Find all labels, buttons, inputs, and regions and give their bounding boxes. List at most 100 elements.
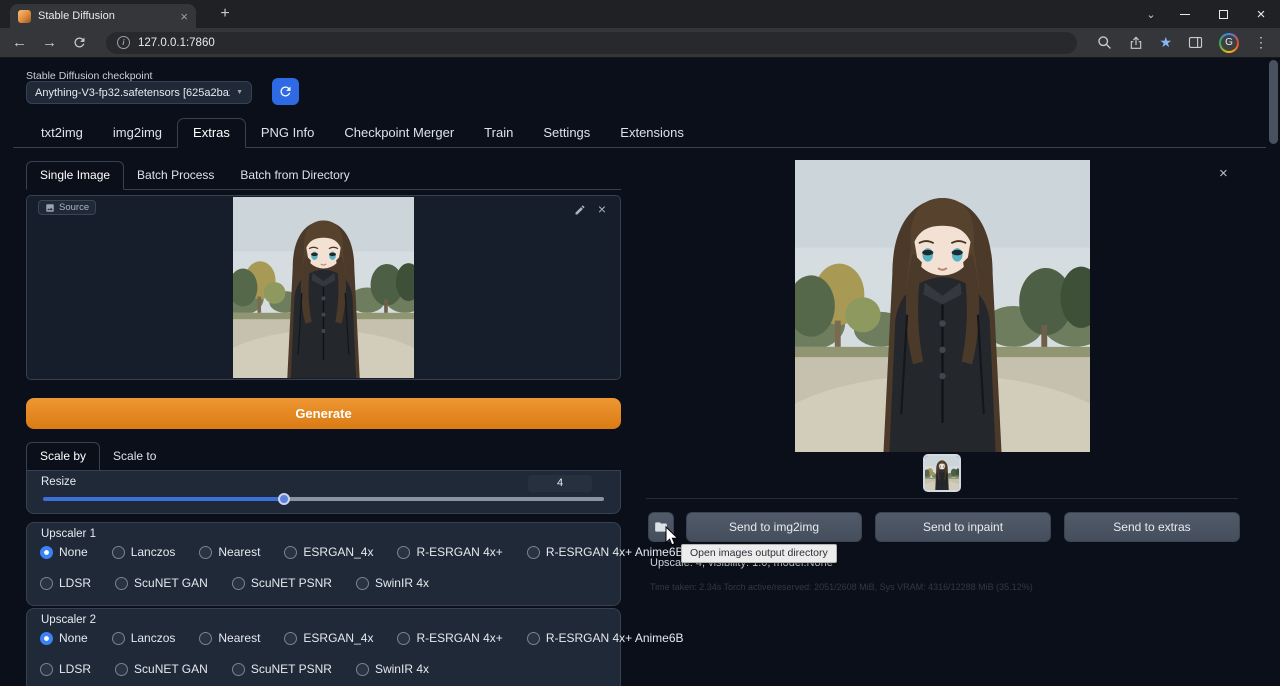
browser-tabstrip: Stable Diffusion × + ⌄ × (0, 0, 1280, 28)
generate-button[interactable]: Generate (26, 398, 621, 429)
radio-icon (112, 546, 125, 559)
clear-image-icon[interactable]: × (598, 201, 606, 217)
source-image-dropzone[interactable]: Source × (26, 195, 621, 380)
checkpoint-dropdown[interactable]: Anything-V3-fp32.safetensors [625a2ba2] … (26, 81, 252, 104)
tab-close-icon[interactable]: × (180, 10, 188, 23)
output-separator (646, 498, 1238, 499)
menu-kebab-icon[interactable]: ⋮ (1254, 34, 1268, 51)
resize-number-input[interactable]: 4 (528, 475, 592, 492)
radio-icon (356, 663, 369, 676)
tab-extensions[interactable]: Extensions (605, 119, 699, 147)
tab-checkpoint-merger[interactable]: Checkpoint Merger (329, 119, 469, 147)
upscaler2-option-scunet-psnr[interactable]: ScuNET PSNR (232, 662, 332, 676)
upscaler1-option-scunet-gan[interactable]: ScuNET GAN (115, 576, 208, 590)
tab-png-info[interactable]: PNG Info (246, 119, 329, 147)
upscaler2-option-r-esrgan-anime6b[interactable]: R-ESRGAN 4x+ Anime6B (527, 631, 684, 645)
send-to-inpaint-button[interactable]: Send to inpaint (875, 512, 1051, 542)
reload-button[interactable] (72, 35, 87, 50)
tab-single-image[interactable]: Single Image (26, 161, 124, 190)
forward-button[interactable]: → (42, 35, 57, 50)
window-maximize-button[interactable] (1204, 0, 1242, 28)
browser-toolbar: ← → i 127.0.0.1:7860 ★ G ⋮ (0, 28, 1280, 58)
upscaler2-option-none[interactable]: None (40, 631, 88, 645)
zoom-icon[interactable] (1096, 34, 1113, 51)
gallery-thumbnail[interactable] (923, 454, 961, 492)
radio-icon (115, 577, 128, 590)
radio-icon (397, 546, 410, 559)
tab-scale-by[interactable]: Scale by (26, 442, 100, 471)
upscaler1-option-nearest[interactable]: Nearest (199, 545, 260, 559)
upscaler2-option-r-esrgan-4x[interactable]: R-ESRGAN 4x+ (397, 631, 502, 645)
radio-icon (284, 546, 297, 559)
upscaler2-option-scunet-gan[interactable]: ScuNET GAN (115, 662, 208, 676)
radio-selected-icon (40, 632, 53, 645)
tab-batch-process[interactable]: Batch Process (124, 162, 227, 189)
radio-icon (115, 663, 128, 676)
extras-mode-tabnav: Single Image Batch Process Batch from Di… (26, 162, 621, 190)
resize-slider-handle[interactable] (278, 493, 290, 505)
scale-tabnav: Scale by Scale to (26, 443, 621, 471)
upscaler1-option-ldsr[interactable]: LDSR (40, 576, 91, 590)
bookmark-star-icon[interactable]: ★ (1159, 34, 1172, 51)
edit-image-icon[interactable] (574, 204, 586, 216)
tab-settings[interactable]: Settings (528, 119, 605, 147)
open-output-folder-button[interactable] (648, 512, 674, 542)
profile-avatar[interactable]: G (1219, 33, 1239, 53)
radio-icon (112, 632, 125, 645)
send-to-extras-button[interactable]: Send to extras (1064, 512, 1240, 542)
browser-tab[interactable]: Stable Diffusion × (10, 4, 196, 28)
tab-scale-to[interactable]: Scale to (100, 443, 169, 470)
back-button[interactable]: ← (12, 35, 27, 50)
upscaler1-option-esrgan4x[interactable]: ESRGAN_4x (284, 545, 373, 559)
upscaler2-option-lanczos[interactable]: Lanczos (112, 631, 176, 645)
tab-search-chevron-icon[interactable]: ⌄ (1136, 0, 1166, 28)
radio-icon (232, 663, 245, 676)
send-to-img2img-button[interactable]: Send to img2img (686, 512, 862, 542)
upscaler2-option-ldsr[interactable]: LDSR (40, 662, 91, 676)
upscaler1-option-none[interactable]: None (40, 545, 88, 559)
tab-train[interactable]: Train (469, 119, 528, 147)
radio-icon (284, 632, 297, 645)
window-close-button[interactable]: × (1242, 0, 1280, 28)
upscaler-1-block: Upscaler 1 None Lanczos Nearest ESRGAN_4… (26, 522, 621, 606)
radio-icon (199, 632, 212, 645)
new-tab-button[interactable]: + (214, 3, 236, 25)
radio-icon (40, 577, 53, 590)
page-scrollbar-thumb[interactable] (1269, 60, 1278, 144)
close-gallery-icon[interactable]: × (1219, 165, 1228, 182)
upscaler1-option-scunet-psnr[interactable]: ScuNET PSNR (232, 576, 332, 590)
browser-tab-title: Stable Diffusion (38, 10, 173, 22)
radio-icon (527, 546, 540, 559)
tab-extras[interactable]: Extras (177, 118, 246, 148)
upscaler-2-label: Upscaler 2 (41, 614, 96, 626)
url-bar[interactable]: i 127.0.0.1:7860 (106, 32, 1077, 54)
upscaler1-option-swinir-4x[interactable]: SwinIR 4x (356, 576, 429, 590)
window-controls: ⌄ × (1136, 0, 1280, 28)
dropdown-caret-icon: ▼ (236, 89, 243, 96)
resize-label: Resize (41, 476, 76, 488)
upscaler1-option-lanczos[interactable]: Lanczos (112, 545, 176, 559)
tab-txt2img[interactable]: txt2img (26, 119, 98, 147)
result-image[interactable] (795, 160, 1090, 452)
window-minimize-button[interactable] (1166, 0, 1204, 28)
sd-webui-page: Stable Diffusion checkpoint Anything-V3-… (0, 58, 1280, 686)
upscaler2-option-swinir-4x[interactable]: SwinIR 4x (356, 662, 429, 676)
site-info-icon[interactable]: i (117, 36, 130, 49)
side-panel-icon[interactable] (1187, 34, 1204, 51)
radio-icon (199, 546, 212, 559)
folder-icon (654, 520, 668, 534)
upscaler1-option-r-esrgan-4x[interactable]: R-ESRGAN 4x+ (397, 545, 502, 559)
radio-icon (527, 632, 540, 645)
upscaler-2-block: Upscaler 2 None Lanczos Nearest ESRGAN_4… (26, 608, 621, 686)
upscaler2-option-esrgan4x[interactable]: ESRGAN_4x (284, 631, 373, 645)
radio-icon (397, 632, 410, 645)
radio-icon (356, 577, 369, 590)
resize-block: Resize 4 (26, 470, 621, 514)
refresh-checkpoints-button[interactable] (272, 78, 299, 105)
url-text: 127.0.0.1:7860 (138, 37, 215, 49)
tab-img2img[interactable]: img2img (98, 119, 177, 147)
share-icon[interactable] (1128, 35, 1144, 51)
resize-slider[interactable] (43, 497, 604, 501)
upscaler2-option-nearest[interactable]: Nearest (199, 631, 260, 645)
tab-batch-from-directory[interactable]: Batch from Directory (227, 162, 362, 189)
